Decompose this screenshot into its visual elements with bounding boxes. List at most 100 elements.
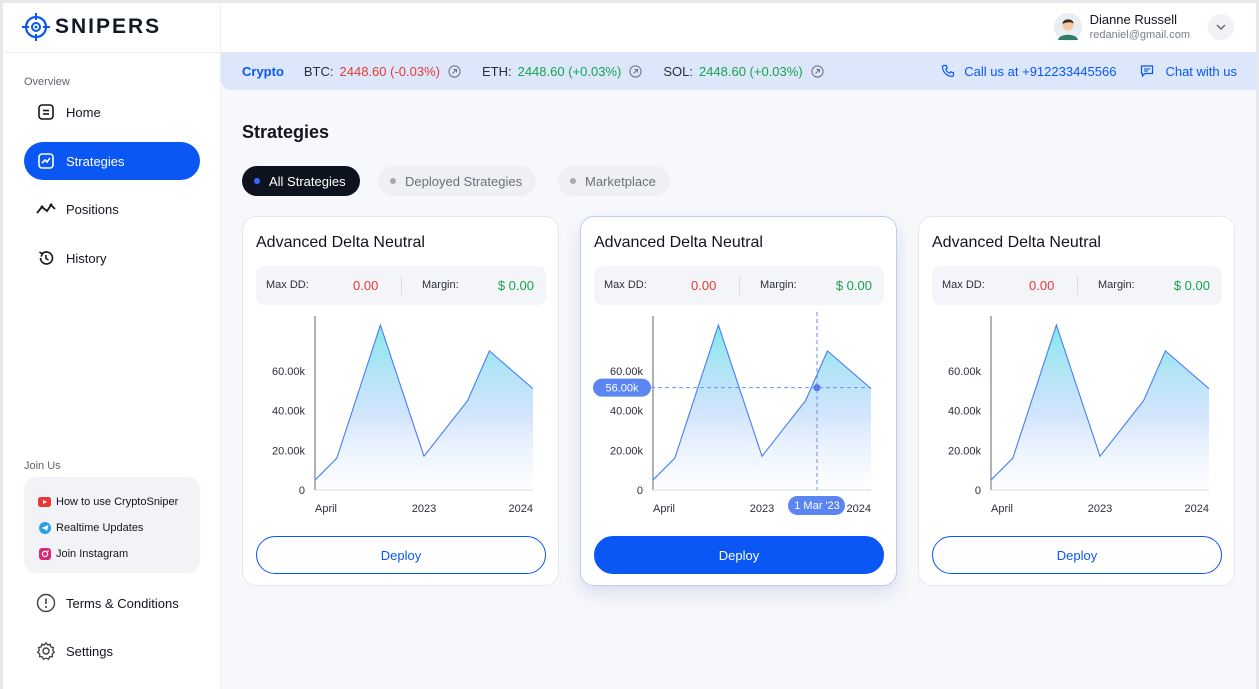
max-dd-label: Max DD: [604, 279, 647, 291]
external-link-icon[interactable] [811, 64, 824, 78]
youtube-icon [38, 496, 51, 509]
ticker-symbol: BTC: [303, 63, 334, 79]
info-icon [36, 593, 56, 613]
user-email: redaniel@gmail.com [1089, 29, 1190, 41]
y-tick-label: 40.00k [272, 406, 306, 418]
sidebar-item-terms[interactable]: Terms & Conditions [24, 584, 200, 622]
sidebar-item-label: History [66, 250, 107, 266]
ticker-symbol: SOL: [663, 63, 693, 79]
top-header: Dianne Russell redaniel@gmail.com [221, 3, 1256, 52]
x-tick-label: 2023 [1088, 503, 1112, 515]
x-tick-label: April [315, 503, 337, 515]
external-link-icon[interactable] [629, 64, 642, 78]
sidebar-item-positions[interactable]: Positions [24, 190, 200, 228]
card-stats: Max DD: 0.00 Margin: $ 0.00 [932, 266, 1222, 305]
sidebar-item-label: Settings [66, 643, 113, 659]
card-title: Advanced Delta Neutral [932, 234, 1101, 251]
page-title: Strategies [242, 122, 330, 142]
call-us-label: Call us at +912233445566 [964, 63, 1117, 79]
divider [401, 276, 402, 295]
tooltip-date: 1 Mar '23 [794, 500, 840, 512]
x-tick-label: 2024 [1185, 503, 1209, 515]
sidebar-item-settings[interactable]: Settings [24, 632, 200, 670]
max-dd-value: 0.00 [1029, 278, 1055, 293]
user-name: Dianne Russell [1089, 12, 1177, 27]
deploy-button[interactable]: Deploy [256, 536, 546, 574]
chat-label: Chat with us [1165, 63, 1237, 79]
ticker-symbol: ETH: [481, 63, 512, 79]
ticker-sol: SOL: 2448.60 (+0.03%) [663, 63, 824, 79]
sidebar-item-label: Positions [66, 201, 119, 217]
ticker-eth: ETH: 2448.60 (+0.03%) [482, 64, 642, 79]
join-link-label: Realtime Updates [56, 522, 144, 534]
series-area [991, 325, 1209, 490]
x-tick-label: April [991, 503, 1013, 515]
crypto-ticker: Crypto BTC: 2448.60 (-0.03%) ETH: 2448.6… [221, 52, 1256, 90]
series-area [315, 325, 533, 490]
external-link-icon[interactable] [448, 64, 461, 78]
x-tick-label: 2024 [509, 503, 533, 515]
gear-icon [36, 641, 56, 661]
telegram-link[interactable]: Realtime Updates [38, 515, 200, 541]
chip-label: Marketplace [585, 173, 656, 189]
logo[interactable]: SNIPERS [21, 12, 161, 42]
y-tick-label: 20.00k [948, 445, 982, 457]
chevron-down-icon [1216, 24, 1226, 30]
max-dd-label: Max DD: [266, 279, 309, 291]
y-tick-label: 60.00k [948, 366, 982, 378]
sidebar-item-home[interactable]: Home [24, 93, 200, 131]
y-tick-label: 60.00k [610, 366, 644, 378]
max-dd-value: 0.00 [691, 278, 717, 293]
x-tick-label: 2024 [847, 503, 871, 515]
phone-icon [942, 64, 955, 78]
strategy-chart[interactable]: 0 20.00k 40.00k 60.00k April 2023 2024 56.00k 1 … [581, 312, 898, 522]
margin-value: $ 0.00 [1173, 278, 1210, 293]
instagram-link[interactable]: Join Instagram [38, 541, 200, 567]
strategy-chart: 0 20.00k 40.00k 60.00k April 2023 2024 [272, 316, 534, 515]
ticker-value: 2448.60 (+0.03%) [517, 63, 622, 79]
chip-dot [570, 178, 576, 184]
max-dd-value: 0.00 [353, 278, 379, 293]
divider [3, 52, 221, 53]
margin-label: Margin: [1098, 279, 1135, 291]
margin-value: $ 0.00 [497, 278, 534, 293]
hover-point [813, 384, 821, 392]
sidebar-item-label: Strategies [66, 153, 125, 169]
sidebar-item-strategies[interactable]: Strategies [24, 142, 200, 180]
trend-icon [36, 199, 56, 219]
divider [739, 276, 740, 295]
overview-label: Overview [24, 76, 70, 88]
filter-deployed-strategies[interactable]: Deployed Strategies [378, 166, 537, 196]
youtube-link[interactable]: How to use CryptoSniper [38, 489, 200, 515]
join-link-label: How to use CryptoSniper [56, 496, 179, 508]
deploy-button[interactable]: Deploy [932, 536, 1222, 574]
filter-all-strategies[interactable]: All Strategies [242, 166, 360, 196]
instagram-icon [38, 548, 51, 561]
chip-label: All Strategies [269, 173, 346, 189]
margin-value: $ 0.00 [835, 278, 872, 293]
card-stats: Max DD: 0.00 Margin: $ 0.00 [256, 266, 546, 305]
chat-link[interactable]: Chat with us [1140, 64, 1237, 79]
call-us-link[interactable]: Call us at +912233445566 [941, 64, 1116, 79]
home-icon [36, 102, 56, 122]
user-menu[interactable]: Dianne Russell redaniel@gmail.com [1053, 12, 1234, 41]
deploy-button[interactable]: Deploy [594, 536, 884, 574]
y-tick-label: 20.00k [272, 445, 306, 457]
user-menu-toggle[interactable] [1208, 13, 1234, 40]
card-title: Advanced Delta Neutral [256, 234, 425, 251]
margin-label: Margin: [422, 279, 459, 291]
y-tick-label: 0 [299, 485, 305, 497]
sidebar-item-history[interactable]: History [24, 239, 200, 277]
y-tick-label: 20.00k [610, 445, 644, 457]
sidebar: SNIPERS Overview Home Strategies Positio… [3, 3, 221, 689]
strategy-card[interactable]: Advanced Delta Neutral Max DD: 0.00 Marg… [918, 216, 1235, 586]
strategy-card[interactable]: Advanced Delta Neutral Max DD: 0.00 Marg… [580, 216, 897, 586]
filter-marketplace[interactable]: Marketplace [558, 166, 670, 196]
y-tick-label: 60.00k [272, 366, 306, 378]
margin-label: Margin: [760, 279, 797, 291]
strategy-chart: 0 20.00k 40.00k 60.00k April 2023 2024 [948, 316, 1210, 515]
strategy-card[interactable]: Advanced Delta Neutral Max DD: 0.00 Marg… [242, 216, 559, 586]
sidebar-item-label: Terms & Conditions [66, 595, 179, 611]
divider [1077, 276, 1078, 295]
y-tick-label: 0 [975, 485, 981, 497]
